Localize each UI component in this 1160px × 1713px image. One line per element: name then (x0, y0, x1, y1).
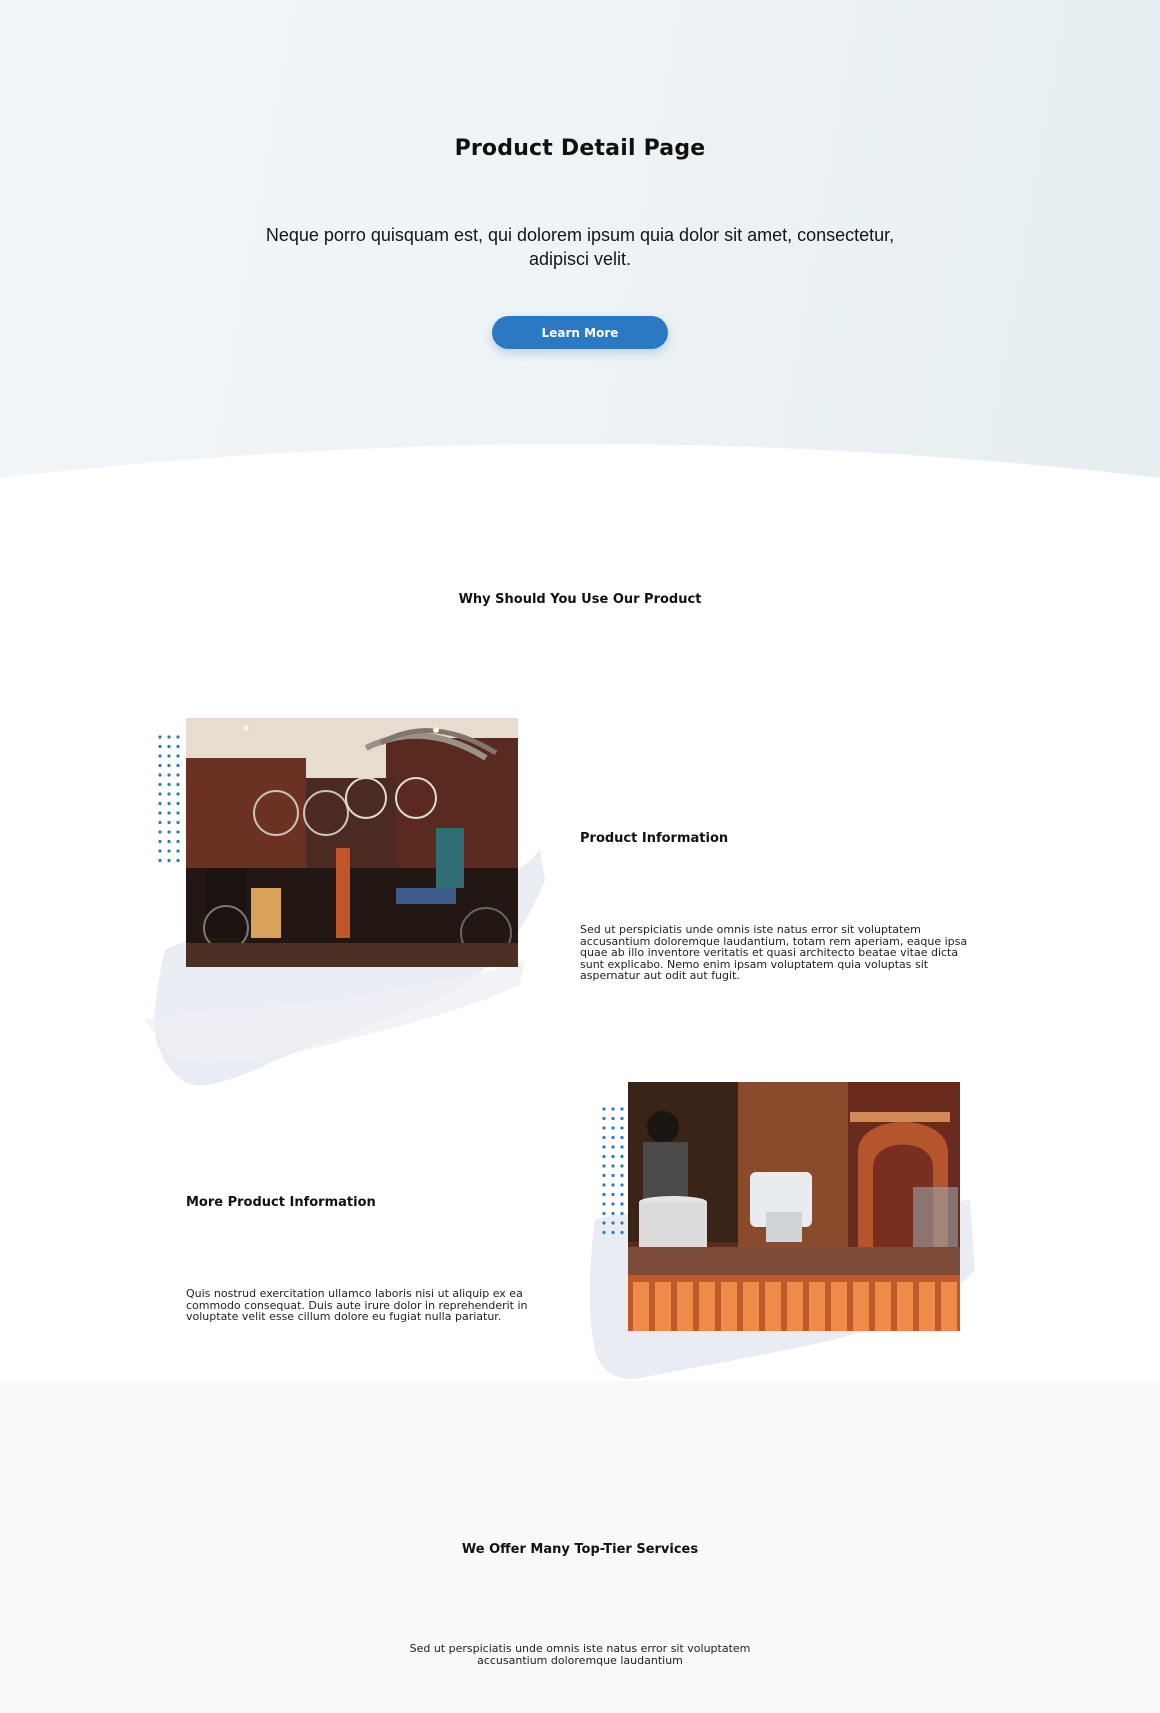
dot-pattern-decoration (602, 1107, 624, 1235)
why-section-title: Why Should You Use Our Product (458, 592, 702, 607)
hero-subtitle: Neque porro quisquam est, qui dolorem ip… (265, 225, 895, 269)
dot-pattern-decoration (158, 735, 180, 863)
more-product-information-text: Quis nostrud exercitation ullamco labori… (186, 1287, 528, 1323)
product-information-title: Product Information (580, 831, 729, 846)
services-section-title: We Offer Many Top-Tier Services (461, 1542, 699, 1557)
page-title: Product Detail Page (454, 136, 706, 161)
hero-curve (0, 444, 1160, 500)
product-information-text: Sed ut perspiciatis unde omnis iste natu… (580, 923, 968, 982)
learn-more-button[interactable]: Learn More (492, 316, 668, 349)
bicycle-shop-image (186, 718, 518, 967)
services-text: Sed ut perspiciatis unde omnis iste natu… (409, 1642, 751, 1667)
more-product-information-title: More Product Information (186, 1195, 376, 1210)
restaurant-counter-image (628, 1082, 960, 1331)
